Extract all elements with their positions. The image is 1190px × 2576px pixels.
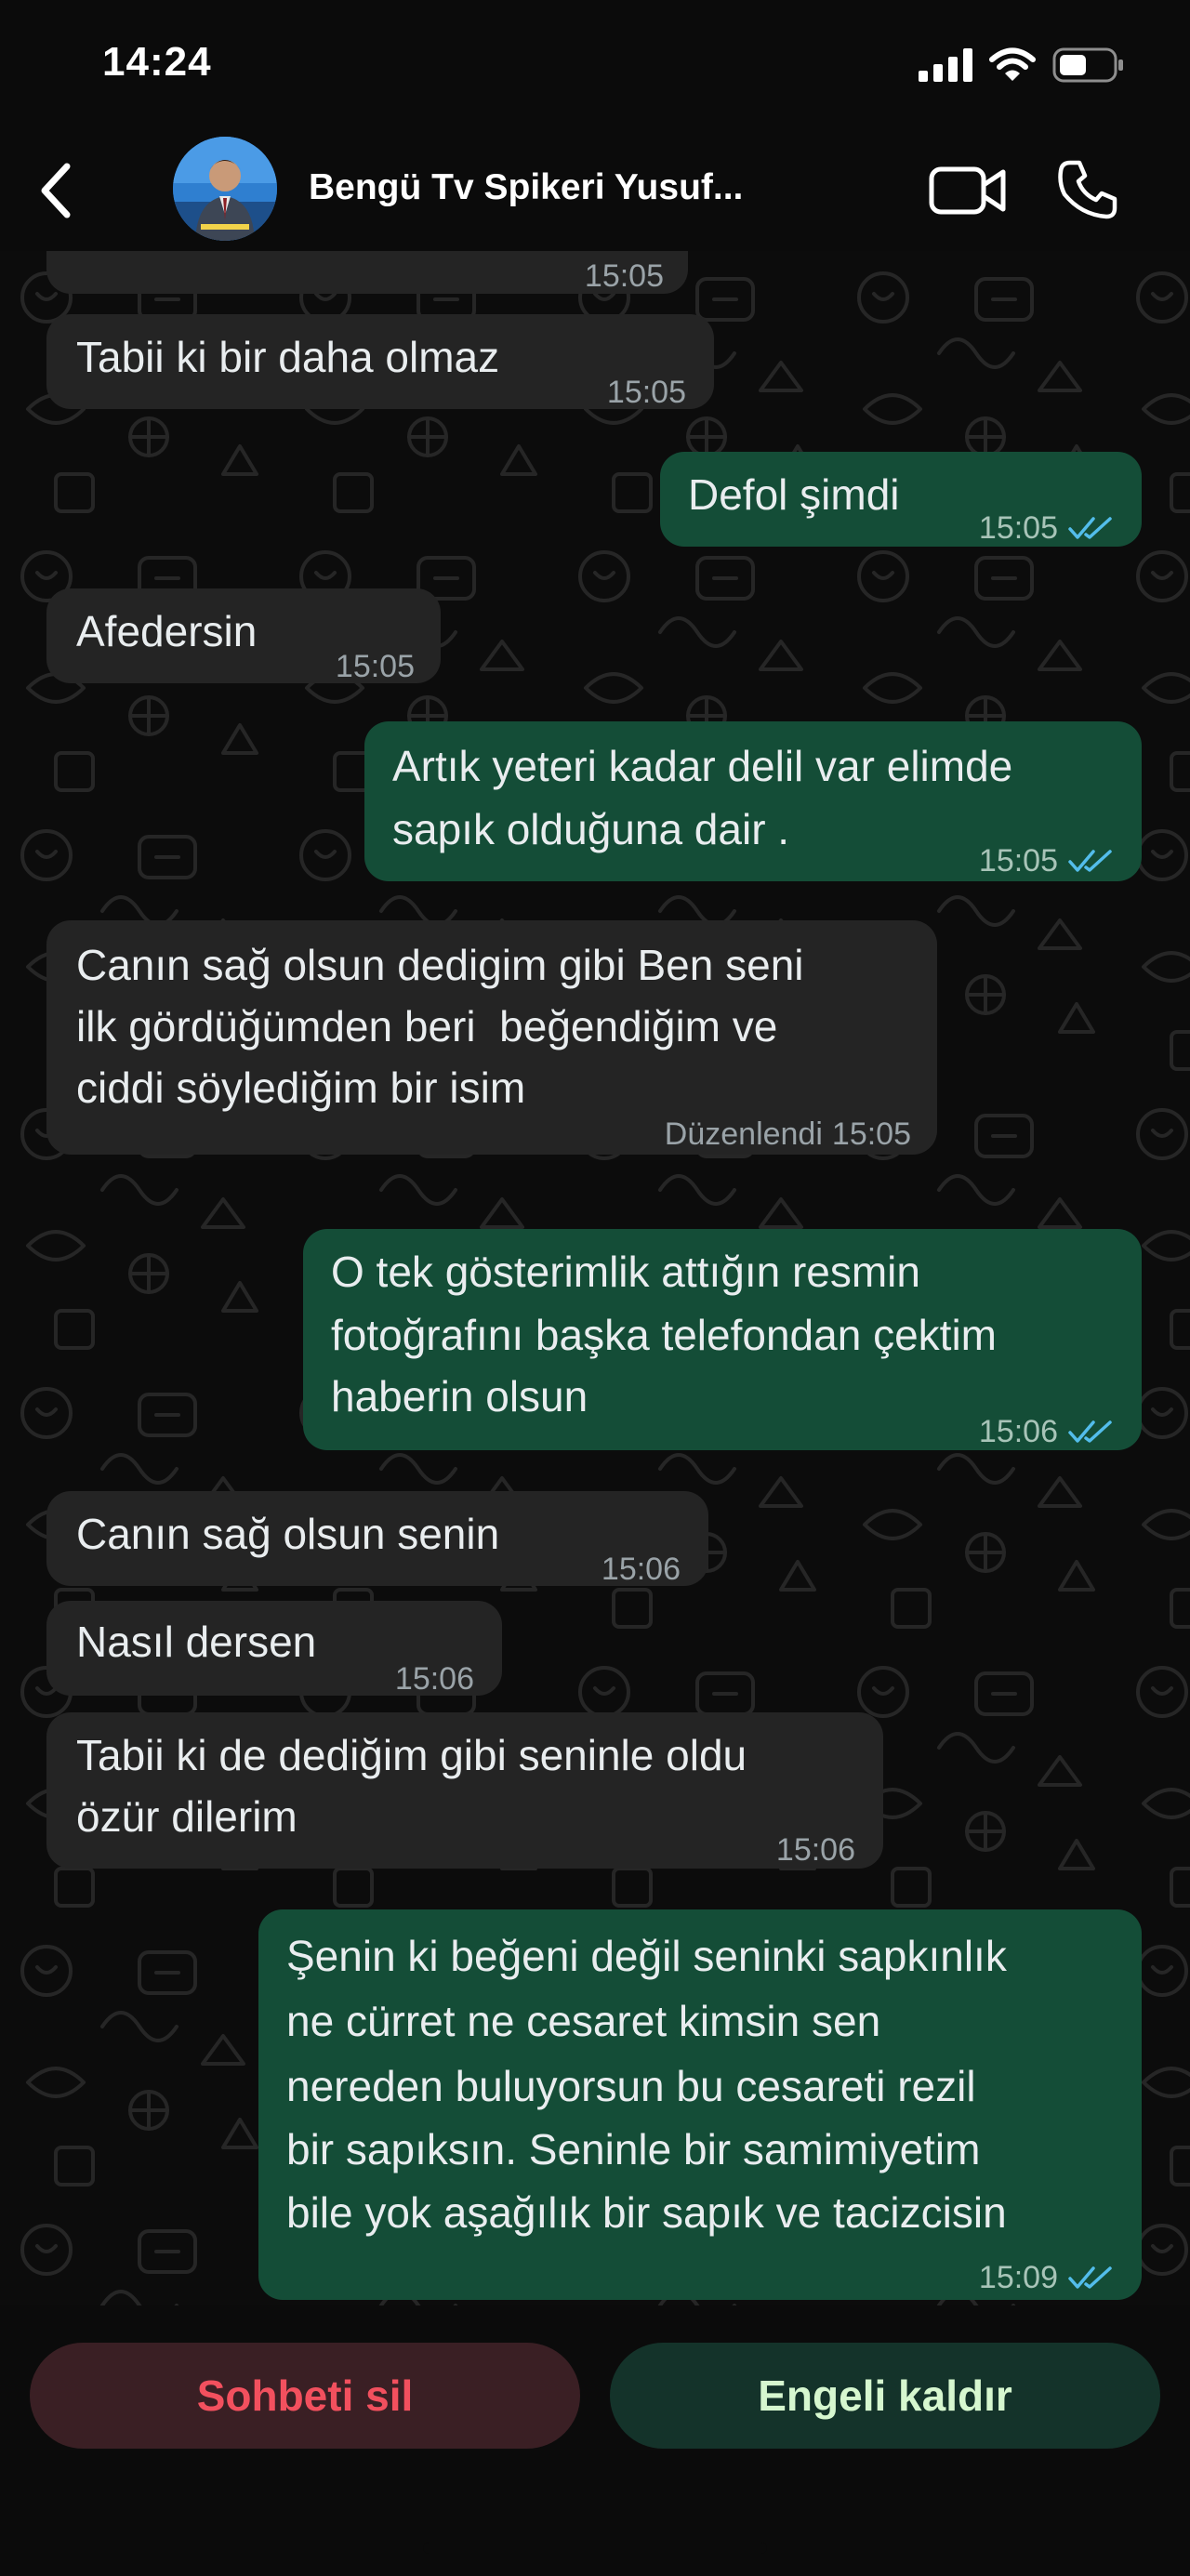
back-button[interactable] <box>28 158 84 223</box>
video-call-button[interactable] <box>926 158 1010 223</box>
message-text: sapık olduğuna dair . <box>392 805 790 853</box>
signal-icon <box>919 48 972 82</box>
home-indicator[interactable] <box>423 2543 767 2554</box>
contact-name[interactable]: Bengü Tv Spikeri Yusuf... <box>309 167 743 208</box>
phone-icon <box>1058 160 1117 219</box>
message-text: O tek gösterimlik attığın resmin <box>331 1248 920 1296</box>
message-text: bile yok aşağılık bir sapık ve tacizcisi… <box>286 2188 1007 2237</box>
message-text: Şenin ki beğeni değil seninki sapkınlık <box>286 1932 1007 1980</box>
message-text: Afedersin <box>76 607 258 655</box>
message-text: özür dilerim <box>76 1792 298 1841</box>
chevron-left-icon <box>41 163 71 218</box>
message-text: ciddi söylediğim bir isim <box>76 1063 526 1112</box>
message-bubble[interactable]: Defol şimdi 15:05 <box>660 452 1142 547</box>
chat-messages-area[interactable]: 15:05 Tabii ki bir daha olmaz 15:05 Defo… <box>0 251 1190 2305</box>
contact-avatar[interactable] <box>173 137 277 241</box>
blocked-chat-actions: Sohbeti sil Engeli kaldır <box>0 2305 1190 2576</box>
message-text: Canın sağ olsun dedigim gibi Ben seni <box>76 941 804 989</box>
message-bubble[interactable]: O tek gösterimlik attığın resmin fotoğra… <box>303 1229 1142 1450</box>
message-time: 15:05 <box>335 649 415 684</box>
status-time: 14:24 <box>102 39 212 85</box>
message-text: Defol şimdi <box>688 470 900 519</box>
double-check-icon <box>1068 2266 1112 2289</box>
message-time: 15:05 <box>978 843 1058 878</box>
double-check-icon <box>1068 1420 1112 1443</box>
message-bubble[interactable]: Artık yeteri kadar delil var elimde sapı… <box>364 721 1142 881</box>
message-text: ilk gördüğümden beri beğendiğim ve <box>76 1002 778 1050</box>
message-time: 15:06 <box>601 1552 681 1587</box>
avatar-image <box>173 137 277 241</box>
delete-chat-button[interactable]: Sohbeti sil <box>30 2343 580 2449</box>
video-camera-icon <box>929 166 1006 215</box>
message-meta: Düzenlendi 15:05 <box>665 1103 911 1166</box>
message-text: nereden buluyorsun bu cesareti rezil <box>286 2062 976 2110</box>
double-check-icon <box>1068 517 1112 539</box>
message-time: 15:09 <box>978 2260 1058 2295</box>
message-meta: 15:05 <box>979 496 1116 560</box>
battery-icon <box>1052 47 1123 83</box>
message-bubble-partial[interactable]: 15:05 <box>46 251 688 294</box>
message-text: Tabii ki de dediğim gibi seninle oldu <box>76 1731 747 1779</box>
message-meta: 15:09 <box>979 2246 1116 2305</box>
message-time: 15:06 <box>775 1832 855 1868</box>
message-text: Artık yeteri kadar delil var elimde <box>392 742 1013 790</box>
message-text: Tabii ki bir daha olmaz <box>76 333 500 381</box>
message-meta: 15:05 <box>979 829 1116 892</box>
message-bubble[interactable]: Tabii ki bir daha olmaz 15:05 <box>46 314 714 410</box>
message-text: ne cürret ne cesaret kimsin sen <box>286 1997 881 2045</box>
chat-header: Bengü Tv Spikeri Yusuf... <box>0 130 1190 251</box>
status-bar: 14:24 <box>0 0 1190 130</box>
status-icons <box>919 45 1125 86</box>
message-bubble[interactable]: Afedersin 15:05 <box>46 588 441 684</box>
message-text: Nasıl dersen <box>76 1618 317 1666</box>
edited-label: Düzenlendi <box>664 1116 823 1152</box>
message-time: 15:05 <box>584 258 664 294</box>
unblock-button[interactable]: Engeli kaldır <box>610 2343 1160 2449</box>
message-bubble[interactable]: Şenin ki beğeni değil seninki sapkınlık … <box>258 1909 1142 2300</box>
message-time: 15:05 <box>978 510 1058 546</box>
wifi-icon <box>989 47 1036 81</box>
message-text: fotoğrafını başka telefondan çektim <box>331 1311 997 1359</box>
message-bubble[interactable]: Tabii ki de dediğim gibi seninle oldu öz… <box>46 1712 883 1869</box>
message-bubble[interactable]: Canın sağ olsun dedigim gibi Ben seni il… <box>46 920 937 1155</box>
message-text: Canın sağ olsun senin <box>76 1510 500 1558</box>
message-text: haberin olsun <box>331 1372 588 1420</box>
voice-call-button[interactable] <box>1051 152 1125 227</box>
message-bubble[interactable]: Canın sağ olsun senin 15:06 <box>46 1491 708 1587</box>
double-check-icon <box>1068 850 1112 872</box>
message-time: 15:05 <box>831 1116 911 1152</box>
message-bubble[interactable]: Nasıl dersen 15:06 <box>46 1601 502 1697</box>
message-time: 15:06 <box>394 1661 474 1697</box>
message-meta: 15:06 <box>979 1400 1116 1463</box>
message-time: 15:06 <box>978 1414 1058 1449</box>
message-time: 15:05 <box>606 375 686 410</box>
message-text: bir sapıksın. Seninle bir samimiyetim <box>286 2125 981 2173</box>
